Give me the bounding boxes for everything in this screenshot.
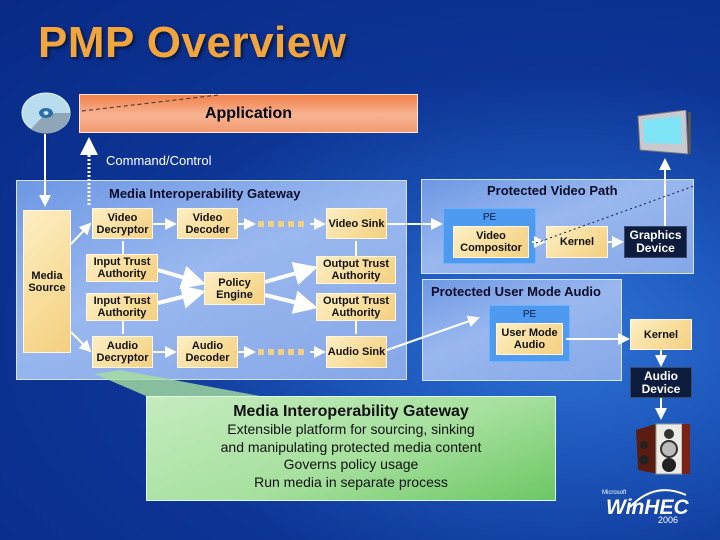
audio-decoder-node[interactable]: Audio Decoder xyxy=(177,336,238,368)
application-label: Application xyxy=(204,104,293,122)
application-bar[interactable]: Application xyxy=(79,94,418,133)
command-control-label: Command/Control xyxy=(106,153,212,168)
protected-video-path-title: Protected Video Path xyxy=(487,183,618,198)
winhec-logo: Microsoft WinHEC 2006 xyxy=(600,483,690,528)
video-decryptor-node[interactable]: Video Decryptor xyxy=(92,208,153,239)
video-decoder-node[interactable]: Video Decoder xyxy=(177,208,238,239)
video-kernel-node[interactable]: Kernel xyxy=(546,226,608,258)
video-sink-node[interactable]: Video Sink xyxy=(326,208,387,239)
media-gateway-title: Media Interoperability Gateway xyxy=(109,186,301,201)
input-trust-authority-1-node[interactable]: Input Trust Authority xyxy=(86,254,158,282)
audio-device-node[interactable]: Audio Device xyxy=(630,367,692,398)
protected-audio-title: Protected User Mode Audio xyxy=(431,284,601,299)
audio-pe-label: PE xyxy=(522,309,537,320)
media-source-node[interactable]: Media Source xyxy=(23,210,71,353)
user-mode-audio-node[interactable]: User Mode Audio xyxy=(496,323,563,355)
logo-year: 2006 xyxy=(658,515,679,525)
audio-decryptor-node[interactable]: Audio Decryptor xyxy=(92,336,153,368)
policy-engine-node[interactable]: Policy Engine xyxy=(204,272,265,305)
callout-line-2: and manipulating protected media content xyxy=(220,438,482,455)
callout-line-1: Extensible platform for sourcing, sinkin… xyxy=(227,421,475,437)
slide-title: PMP Overview xyxy=(38,18,347,67)
graphics-device-node[interactable]: Graphics Device xyxy=(624,226,687,258)
cd-disc-icon xyxy=(21,92,71,134)
audio-sink-node[interactable]: Audio Sink xyxy=(326,336,387,368)
monitor-icon xyxy=(637,110,691,155)
video-pe-label: PE xyxy=(482,212,497,223)
video-compositor-node[interactable]: Video Compositor xyxy=(453,226,529,258)
output-trust-authority-2-node[interactable]: Output Trust Authority xyxy=(316,293,396,321)
input-trust-authority-2-node[interactable]: Input Trust Authority xyxy=(86,293,158,321)
audio-kernel-node[interactable]: Kernel xyxy=(630,319,692,350)
gateway-callout: Media Interoperability Gateway Extensibl… xyxy=(146,396,556,501)
output-trust-authority-1-node[interactable]: Output Trust Authority xyxy=(316,256,396,284)
callout-line-3: Governs policy usage xyxy=(283,456,419,472)
speaker-icon xyxy=(636,423,690,475)
callout-title: Media Interoperability Gateway xyxy=(233,403,469,420)
callout-line-4: Run media in separate process xyxy=(254,473,448,490)
